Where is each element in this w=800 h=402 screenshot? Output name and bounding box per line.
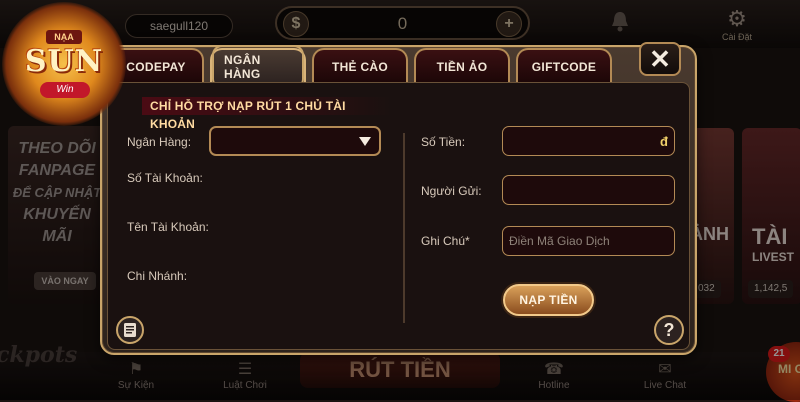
help-button[interactable]: ? [654,315,684,345]
logo-tag: NẠA [46,30,82,44]
game-logo: NẠA SUN Win [2,2,126,126]
column-divider [403,133,405,323]
chevron-down-icon [359,137,371,146]
tab-card[interactable]: THẺ CÀO [312,48,408,84]
note-label: Ghi Chú* [421,234,470,248]
tab-giftcode[interactable]: GIFTCODE [516,48,612,84]
history-button[interactable] [116,316,144,344]
sender-input[interactable] [502,175,675,205]
tab-label: CODEPAY [126,60,186,74]
currency-symbol: đ [660,133,668,149]
amount-input[interactable]: đ [502,126,675,156]
close-icon: ✕ [649,44,671,74]
notice-banner: CHỈ HỖ TRỢ NẠP RÚT 1 CHỦ TÀI KHOẢN [142,97,392,131]
account-number-label: Số Tài Khoản: [127,171,203,185]
document-icon [124,323,136,337]
bank-label: Ngân Hàng: [127,135,192,149]
logo-text: SUN [24,44,104,79]
bank-select[interactable] [209,126,381,156]
tab-label: THẺ CÀO [331,60,389,74]
note-input[interactable]: Điền Mã Giao Dịch [502,226,675,256]
help-icon: ? [663,319,675,340]
branch-label: Chi Nhánh: [127,269,188,283]
deposit-submit-button[interactable]: NẠP TIỀN [503,284,594,316]
tab-bank[interactable]: NGÂN HÀNG [210,45,306,89]
amount-label: Số Tiền: [421,135,466,149]
tab-label: GIFTCODE [531,60,597,74]
tab-label: TIỀN ẢO [436,60,488,74]
logo-sub: Win [40,82,90,98]
tab-crypto[interactable]: TIỀN ẢO [414,48,510,84]
deposit-dialog: CODEPAY NGÂN HÀNG THẺ CÀO TIỀN ẢO GIFTCO… [100,42,697,355]
note-placeholder: Điền Mã Giao Dịch [509,234,610,248]
close-button[interactable]: ✕ [639,42,681,76]
account-name-label: Tên Tài Khoản: [127,220,209,234]
sender-label: Người Gửi: [421,184,482,198]
